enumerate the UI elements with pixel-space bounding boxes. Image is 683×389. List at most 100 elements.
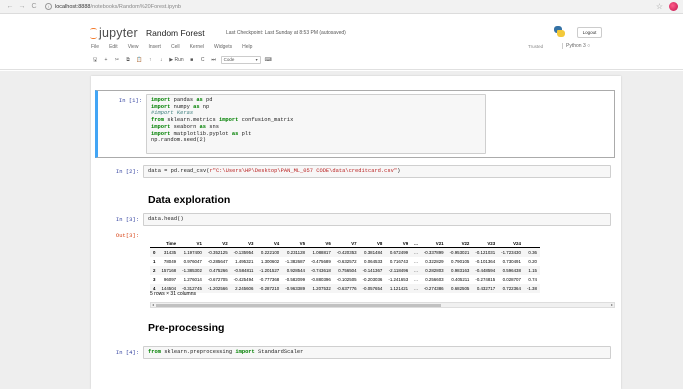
interrupt-icon[interactable]: ■ bbox=[188, 56, 196, 64]
table-cell: 0.790105 bbox=[451, 258, 470, 264]
table-cell: 0.20 bbox=[528, 258, 537, 264]
code-text: data = pd.read_csv( bbox=[148, 168, 210, 174]
restart-run-all-icon[interactable]: ⏭ bbox=[210, 56, 218, 64]
code-text: data.head() bbox=[148, 216, 184, 222]
menu-insert[interactable]: Insert bbox=[148, 44, 161, 50]
jupyter-logo-text: jupyter bbox=[99, 26, 138, 40]
row-index: 1 bbox=[153, 258, 156, 264]
table-cell: 1.207532 bbox=[312, 285, 331, 291]
menu-edit[interactable]: Edit bbox=[109, 44, 118, 50]
table-cell: -1.201527 bbox=[259, 267, 280, 273]
info-icon[interactable]: i bbox=[45, 3, 52, 10]
table-cell: -0.420353 bbox=[336, 249, 357, 255]
table-cell: 0.730491 bbox=[502, 258, 521, 264]
move-down-icon[interactable]: ↓ bbox=[157, 56, 165, 64]
code-editor[interactable]: data = pd.read_csv(r"C:\Users\HP\Desktop… bbox=[143, 165, 611, 178]
code-editor[interactable]: data.head() bbox=[143, 213, 611, 226]
column-header: V4 bbox=[273, 241, 280, 246]
table-cell: 78049 bbox=[163, 258, 177, 264]
table-cell: -0.582099 bbox=[285, 276, 306, 282]
notebook-title[interactable]: Random Forest bbox=[146, 28, 205, 38]
table-cell: -0.101364 bbox=[475, 258, 496, 264]
keyboard-icon[interactable]: ⌨ bbox=[264, 56, 273, 64]
table-cell: 1.300602 bbox=[260, 258, 280, 264]
code-cell-3[interactable]: In [3]: data.head() bbox=[95, 213, 615, 227]
table-cell: -0.777368 bbox=[259, 276, 280, 282]
scrollbar-thumb[interactable] bbox=[156, 304, 441, 307]
table-cell: -0.963389 bbox=[285, 285, 306, 291]
table-cell: 0.976047 bbox=[183, 258, 202, 264]
trusted-indicator[interactable]: Trusted bbox=[528, 44, 543, 49]
table-cell: -0.448594 bbox=[475, 267, 496, 273]
save-icon[interactable]: 🖫 bbox=[91, 56, 99, 64]
table-cell: 1.197400 bbox=[183, 249, 202, 255]
cell-prompt: In [1]: bbox=[118, 97, 142, 104]
table-cell: -0.287210 bbox=[259, 285, 280, 291]
table-row: 2 157168 -1.385302 0.475266 -0.584811 -1.2015… bbox=[150, 265, 540, 275]
table-cell: -0.285647 bbox=[207, 258, 228, 264]
table-cell: 0.672499 bbox=[389, 249, 409, 255]
menu-help[interactable]: Help bbox=[242, 44, 252, 50]
table-cell: 31435 bbox=[163, 249, 177, 255]
menu-file[interactable]: File bbox=[91, 44, 99, 50]
table-cell: ... bbox=[414, 276, 418, 282]
dataframe-shape: 5 rows × 31 columns bbox=[150, 291, 196, 297]
table-cell: ... bbox=[414, 258, 418, 264]
column-header: V22 bbox=[461, 241, 470, 246]
code-cell-1[interactable]: In [1]: import pandas as pd import numpy… bbox=[95, 90, 615, 158]
paste-icon[interactable]: 📋 bbox=[135, 56, 143, 64]
menu-view[interactable]: View bbox=[128, 44, 139, 50]
cell-prompt: In [2]: bbox=[115, 168, 139, 175]
horizontal-scrollbar[interactable]: ◂ ▸ bbox=[150, 302, 615, 308]
table-cell: -0.425494 bbox=[233, 276, 254, 282]
column-header: V6 bbox=[325, 241, 331, 246]
heading-pre-processing: Pre-processing bbox=[148, 322, 225, 334]
column-header: Time bbox=[165, 241, 177, 246]
back-icon[interactable]: ← bbox=[5, 2, 15, 12]
restart-icon[interactable]: C bbox=[199, 56, 207, 64]
menu-bar: File Edit View Insert Cell Kernel Widget… bbox=[91, 44, 252, 50]
table-cell: 157168 bbox=[161, 267, 177, 273]
table-cell: 0.475266 bbox=[209, 267, 228, 273]
menu-widgets[interactable]: Widgets bbox=[214, 44, 232, 50]
python-logo-icon bbox=[553, 25, 566, 38]
table-cell: -0.672705 bbox=[207, 276, 228, 282]
table-cell: -0.953021 bbox=[449, 249, 470, 255]
table-cell: -0.135954 bbox=[233, 249, 254, 255]
menu-cell[interactable]: Cell bbox=[171, 44, 180, 50]
table-cell: -0.632572 bbox=[336, 258, 357, 264]
address-bar[interactable]: i localhost:8888/notebooks/Random%20Fore… bbox=[45, 3, 181, 10]
copy-icon[interactable]: ⧉ bbox=[124, 56, 132, 64]
column-header: V3 bbox=[248, 241, 254, 246]
jupyter-logo[interactable]: jupyter bbox=[90, 26, 138, 40]
extension-icon[interactable] bbox=[669, 2, 678, 11]
logout-button[interactable]: Logout bbox=[577, 27, 602, 38]
table-cell: -1.202566 bbox=[207, 285, 228, 291]
code-editor[interactable]: from sklearn.preprocessing import Standa… bbox=[143, 346, 611, 359]
checkpoint-status: Last Checkpoint: Last Sunday at 8:53 PM … bbox=[226, 30, 346, 36]
column-header: V23 bbox=[487, 241, 496, 246]
run-button[interactable]: ▶ Run bbox=[168, 56, 184, 64]
scroll-right-icon[interactable]: ▸ bbox=[611, 302, 613, 307]
insert-cell-button[interactable]: + bbox=[102, 56, 110, 64]
dataframe-table: Time V1 V2 V3 V4 V5 V6 V7 V8 V9 ... V21 … bbox=[150, 240, 540, 293]
table-cell: 1.495321 bbox=[235, 258, 254, 264]
move-up-icon[interactable]: ↑ bbox=[146, 56, 154, 64]
reload-icon[interactable]: C bbox=[29, 2, 39, 12]
cut-icon[interactable]: ✂ bbox=[113, 56, 121, 64]
forward-icon[interactable]: → bbox=[17, 2, 27, 12]
table-cell: -1.241653 bbox=[388, 276, 409, 282]
kernel-indicator: Python 3 ○ bbox=[562, 43, 590, 49]
output-prompt: Out[3]: bbox=[115, 232, 139, 239]
column-header: V1 bbox=[196, 241, 202, 246]
code-cell-2[interactable]: In [2]: data = pd.read_csv(r"C:\Users\HP… bbox=[95, 164, 615, 180]
code-editor[interactable]: import pandas as pd import numpy as np #… bbox=[146, 94, 486, 154]
menu-kernel[interactable]: Kernel bbox=[190, 44, 204, 50]
scroll-left-icon[interactable]: ◂ bbox=[152, 302, 154, 307]
cell-type-select[interactable]: Code bbox=[220, 56, 261, 64]
bookmark-star-icon[interactable]: ☆ bbox=[656, 2, 663, 11]
table-cell: -0.274386 bbox=[423, 285, 444, 291]
code-cell-4[interactable]: In [4]: from sklearn.preprocessing impor… bbox=[95, 346, 615, 360]
table-row: 4 144504 -0.312745 -1.202566 2.245606 -0.2872… bbox=[150, 283, 540, 293]
table-cell: 0.282803 bbox=[425, 267, 444, 273]
